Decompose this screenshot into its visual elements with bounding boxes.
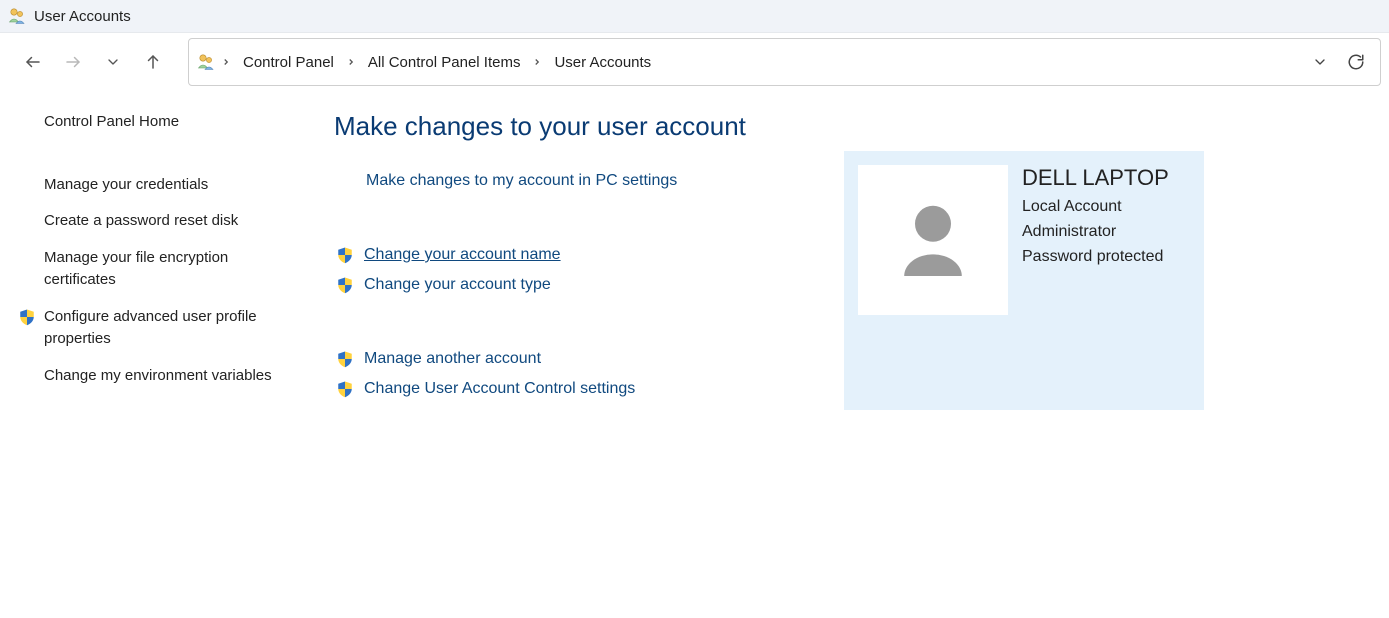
shield-icon	[18, 308, 38, 326]
shield-icon	[336, 380, 354, 398]
account-password-line: Password protected	[1022, 245, 1169, 270]
refresh-button[interactable]	[1340, 46, 1372, 78]
sidebar-link-label: Manage your file encryption certificates	[44, 247, 294, 292]
sidebar-link-label: Manage your credentials	[44, 174, 208, 197]
account-name: DELL LAPTOP	[1022, 165, 1169, 191]
sidebar-link[interactable]: Manage your credentials	[44, 174, 294, 197]
chevron-right-icon[interactable]	[530, 57, 544, 67]
main-panel: Make changes to your user account Make c…	[312, 111, 1365, 410]
action-link-label: Change your account name	[364, 246, 561, 264]
account-role-line: Administrator	[1022, 220, 1169, 245]
sidebar-link[interactable]: Change my environment variables	[44, 365, 294, 388]
address-bar-row: Control Panel All Control Panel Items Us…	[0, 33, 1389, 91]
shield-icon	[336, 276, 354, 294]
action-link[interactable]: Change your account type	[334, 276, 814, 294]
action-link-label: Change User Account Control settings	[364, 380, 635, 398]
action-link-label: Manage another account	[364, 350, 541, 368]
content-area: Control Panel Home Manage your credential…	[0, 91, 1389, 410]
breadcrumb-all-items[interactable]: All Control Panel Items	[362, 50, 527, 75]
title-bar: User Accounts	[0, 0, 1389, 33]
sidebar: Control Panel Home Manage your credential…	[12, 111, 312, 410]
nav-back-button[interactable]	[16, 45, 50, 79]
user-accounts-app-icon	[8, 7, 26, 25]
action-link[interactable]: Change User Account Control settings	[334, 380, 814, 398]
page-heading: Make changes to your user account	[334, 111, 814, 142]
account-info: DELL LAPTOP Local Account Administrator …	[1022, 165, 1169, 269]
sidebar-link-label: Configure advanced user profile properti…	[44, 306, 294, 351]
sidebar-link-label: Create a password reset disk	[44, 210, 238, 233]
shield-icon	[336, 246, 354, 264]
sidebar-link[interactable]: Configure advanced user profile properti…	[44, 306, 294, 351]
sidebar-link[interactable]: Create a password reset disk	[44, 210, 294, 233]
account-type-line: Local Account	[1022, 195, 1169, 220]
sidebar-link-label: Change my environment variables	[44, 365, 272, 388]
nav-forward-button[interactable]	[56, 45, 90, 79]
action-link[interactable]: Manage another account	[334, 350, 814, 368]
window-title: User Accounts	[34, 8, 131, 25]
action-link[interactable]: Change your account name	[334, 246, 814, 264]
avatar	[858, 165, 1008, 315]
sidebar-link[interactable]: Control Panel Home	[44, 111, 294, 134]
action-link-label: Change your account type	[364, 276, 551, 294]
chevron-right-icon[interactable]	[344, 57, 358, 67]
nav-recent-dropdown[interactable]	[96, 45, 130, 79]
nav-up-button[interactable]	[136, 45, 170, 79]
address-box[interactable]: Control Panel All Control Panel Items Us…	[188, 38, 1381, 86]
address-history-dropdown[interactable]	[1304, 46, 1336, 78]
action-link-label: Make changes to my account in PC setting…	[366, 172, 677, 190]
sidebar-link-label: Control Panel Home	[44, 111, 179, 134]
breadcrumb-user-accounts[interactable]: User Accounts	[548, 50, 657, 75]
sidebar-link[interactable]: Manage your file encryption certificates	[44, 247, 294, 292]
breadcrumb-control-panel[interactable]: Control Panel	[237, 50, 340, 75]
user-accounts-path-icon	[197, 53, 215, 71]
chevron-right-icon[interactable]	[219, 57, 233, 67]
account-card: DELL LAPTOP Local Account Administrator …	[844, 151, 1204, 410]
action-link[interactable]: Make changes to my account in PC setting…	[334, 172, 814, 190]
shield-icon	[336, 350, 354, 368]
